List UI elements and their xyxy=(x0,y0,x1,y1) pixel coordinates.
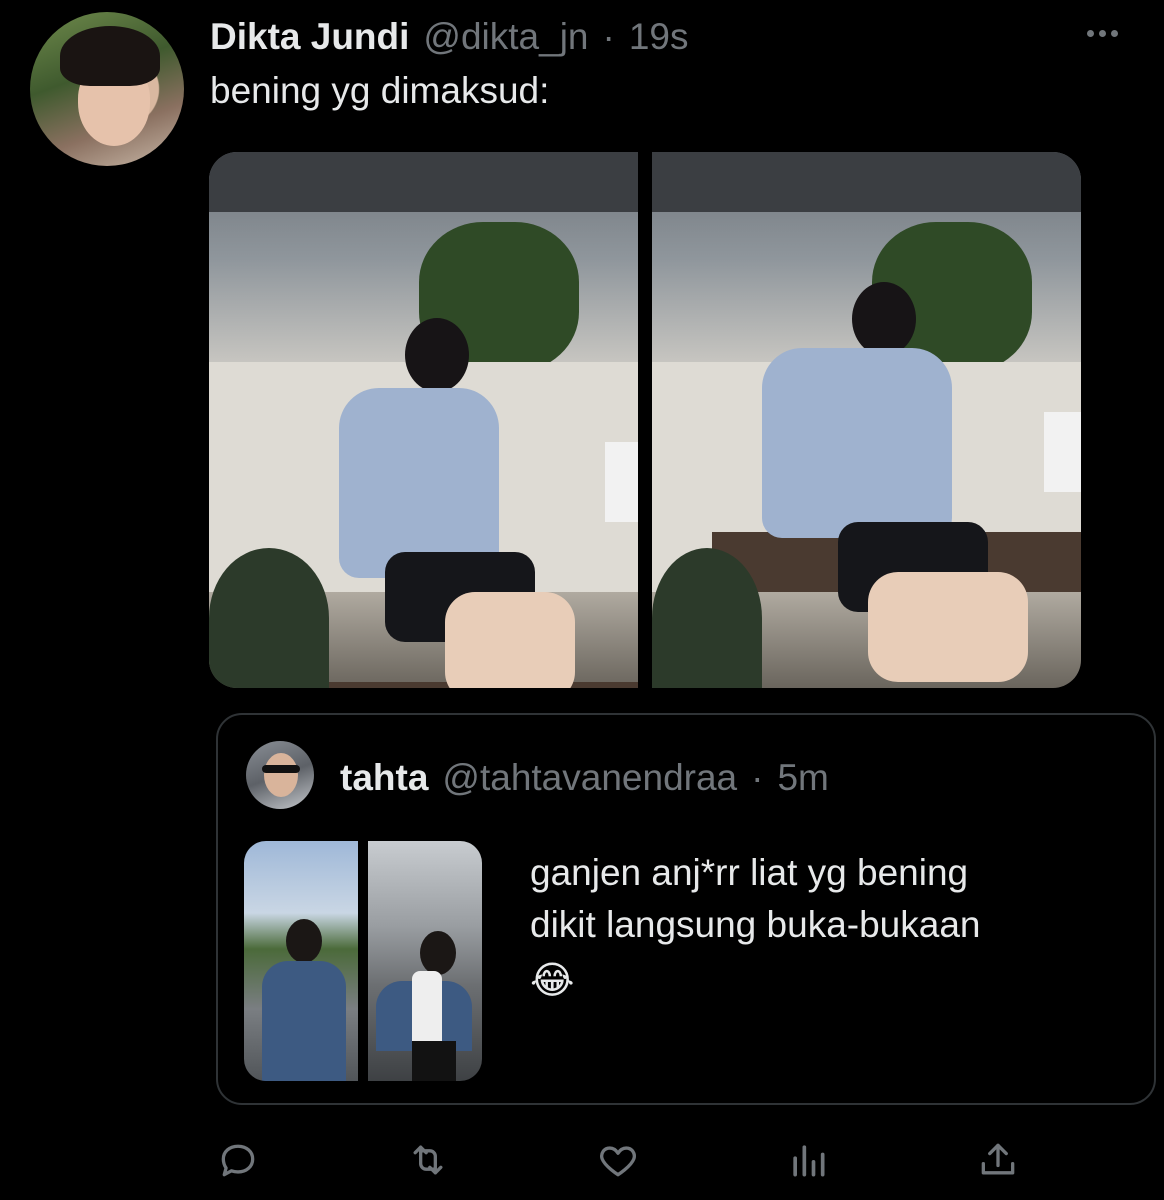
more-horizontal-icon[interactable] xyxy=(1087,30,1118,37)
analytics-button[interactable] xyxy=(778,1130,838,1190)
more-dot xyxy=(1087,30,1094,37)
quoted-tweet-header: tahta @tahtavanendraa · 5m xyxy=(340,757,829,799)
avatar-hair xyxy=(60,26,160,86)
photo-person-legs xyxy=(868,572,1028,682)
quoted-photo-2[interactable] xyxy=(368,841,482,1081)
photo-person-head xyxy=(852,282,916,356)
tweet-action-bar xyxy=(0,1130,1164,1190)
photo-person-head xyxy=(405,318,469,392)
retweet-button[interactable] xyxy=(398,1130,458,1190)
quoted-author-handle[interactable]: @tahtavanendraa xyxy=(442,757,737,799)
photo-bag xyxy=(605,442,638,522)
author-avatar[interactable] xyxy=(30,12,184,166)
share-button[interactable] xyxy=(968,1130,1028,1190)
heart-icon xyxy=(600,1146,636,1177)
author-display-name[interactable]: Dikta Jundi xyxy=(210,16,409,58)
photo-person-head xyxy=(286,919,322,963)
photo-plant xyxy=(652,548,762,688)
photo-person-shirt xyxy=(762,348,952,538)
photo-person-jacket xyxy=(262,961,346,1081)
photo-roof xyxy=(209,152,638,212)
analytics-icon xyxy=(793,1145,825,1177)
author-handle[interactable]: @dikta_jn xyxy=(423,16,588,58)
header-separator: · xyxy=(602,16,615,57)
photo-person-tank xyxy=(412,971,442,1051)
photo-person-pants xyxy=(412,1041,456,1081)
retweet-icon xyxy=(413,1145,443,1175)
tweet-photo-2[interactable] xyxy=(652,152,1081,688)
like-button[interactable] xyxy=(588,1130,648,1190)
tweet-header: Dikta Jundi @dikta_jn · 19s xyxy=(210,16,689,58)
more-dot xyxy=(1099,30,1106,37)
avatar-face xyxy=(264,753,298,797)
reply-icon xyxy=(221,1144,255,1177)
quoted-author-avatar[interactable] xyxy=(246,741,314,809)
tweet-media-grid xyxy=(209,152,1081,688)
quoted-tweet-media xyxy=(244,841,482,1081)
photo-plant xyxy=(209,548,329,688)
photo-person-legs xyxy=(445,592,575,688)
photo-person-shirt xyxy=(339,388,499,578)
quoted-text-line-2: dikit langsung buka-bukaan xyxy=(530,904,981,945)
share-icon xyxy=(981,1143,1015,1175)
photo-bag xyxy=(1044,412,1081,492)
tweet-timestamp[interactable]: 19s xyxy=(629,16,689,58)
quoted-tweet-timestamp[interactable]: 5m xyxy=(777,757,828,799)
photo-person-head xyxy=(420,931,456,975)
quoted-text-line-1: ganjen anj*rr liat yg bening xyxy=(530,852,969,893)
more-dot xyxy=(1111,30,1118,37)
reply-button[interactable] xyxy=(208,1130,268,1190)
quoted-tweet[interactable]: tahta @tahtavanendraa · 5m ganjen anj*rr… xyxy=(216,713,1156,1105)
tweet-text: bening yg dimaksud: xyxy=(210,70,550,111)
photo-roof xyxy=(652,152,1081,212)
quoted-author-display-name[interactable]: tahta xyxy=(340,757,428,799)
quoted-tweet-emoji: 😂 xyxy=(530,960,575,1002)
tweet-photo-1[interactable] xyxy=(209,152,638,688)
header-separator: · xyxy=(751,757,764,798)
quoted-photo-1[interactable] xyxy=(244,841,358,1081)
avatar-glasses xyxy=(262,765,300,773)
quoted-tweet-text: ganjen anj*rr liat yg bening dikit langs… xyxy=(530,847,1110,951)
